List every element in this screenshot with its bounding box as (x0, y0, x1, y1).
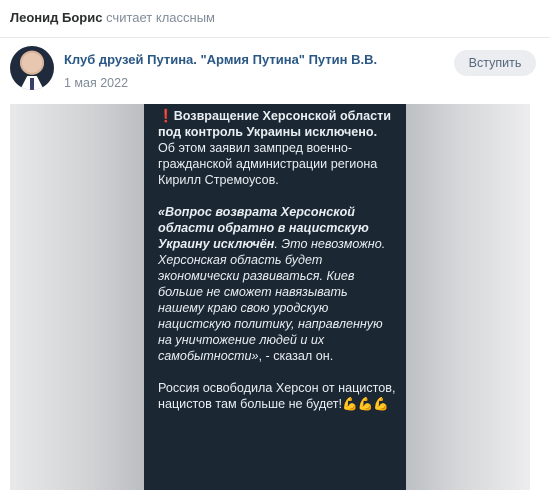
post-image[interactable]: ❗Возвращение Херсонской области под конт… (10, 104, 530, 490)
lead-rest: Об этом заявил зампред военно-гражданско… (158, 141, 378, 187)
quote-paragraph: «Вопрос возврата Херсонской области обра… (158, 204, 396, 364)
exclamation-icon: ❗ (158, 109, 174, 123)
divider (0, 37, 550, 38)
lead-paragraph: ❗Возвращение Херсонской области под конт… (158, 108, 396, 188)
avatar[interactable] (10, 46, 54, 90)
image-blur-left (10, 104, 150, 490)
post-header: Клуб друзей Путина. "Армия Путина" Путин… (10, 46, 540, 98)
lead-bold: Возвращение Херсонской области под контр… (158, 109, 392, 139)
avatar-tie (30, 78, 34, 90)
reaction-action: считает классным (106, 10, 215, 25)
quote-mid: . Это невозможно. Херсонская область буд… (158, 237, 386, 363)
quote-end: , - сказал он. (258, 349, 334, 363)
group-name[interactable]: Клуб друзей Путина. "Армия Путина" Путин… (64, 52, 377, 67)
image-blur-right (405, 104, 530, 490)
post-date[interactable]: 1 мая 2022 (64, 76, 128, 90)
reaction-bar: Леонид Борис считает классным (10, 10, 540, 25)
screenshot-content: ❗Возвращение Херсонской области под конт… (144, 104, 406, 490)
join-button[interactable]: Вступить (454, 50, 536, 76)
closing-paragraph: Россия освободила Херсон от нацистов, на… (158, 380, 396, 412)
emoji-flex: 💪💪💪 (342, 397, 390, 411)
reaction-user[interactable]: Леонид Борис (10, 10, 102, 25)
